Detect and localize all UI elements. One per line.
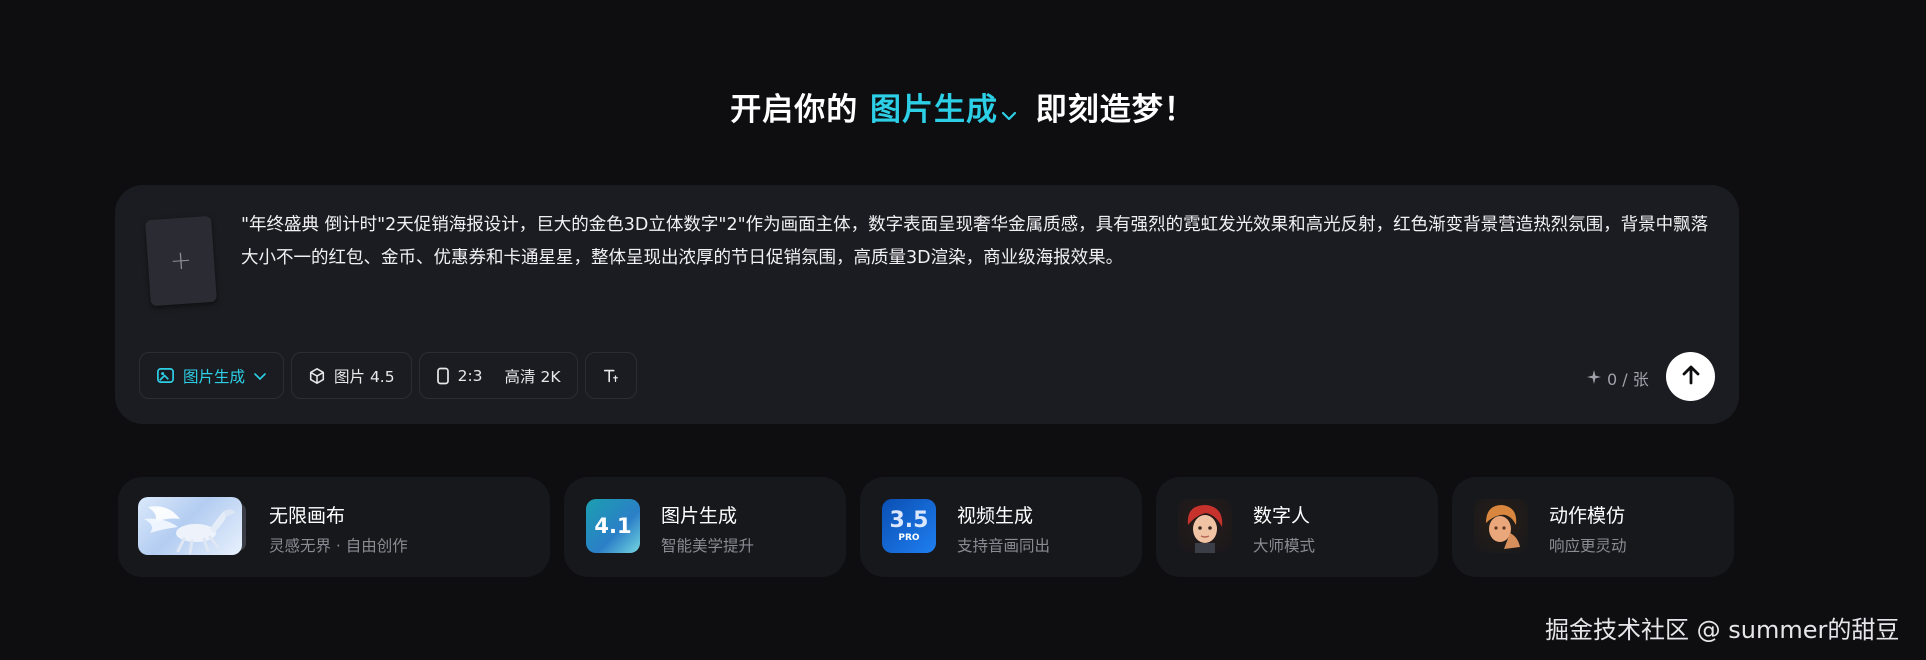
model-selector-label: 图片 4.5: [334, 367, 395, 386]
page-title: 开启你的 图片生成 即刻造梦！: [0, 84, 1926, 130]
pegasus-thumbnail: [138, 497, 242, 555]
feature-subtitle: 响应更灵动: [1549, 537, 1627, 555]
feature-infinite-canvas[interactable]: 无限画布 灵感无界 · 自由创作: [118, 477, 550, 577]
credit-text: 0 / 张: [1607, 370, 1649, 389]
plus-icon: +: [169, 245, 193, 277]
sparkle-icon: [1587, 369, 1601, 388]
quality-label: 高清 2K: [504, 367, 561, 386]
mode-dropdown[interactable]: 图片生成: [139, 352, 285, 399]
feature-subtitle: 支持音画同出: [957, 537, 1051, 555]
cube-icon: [308, 367, 326, 385]
feature-digital-human[interactable]: 数字人 大师模式: [1156, 477, 1438, 577]
ratio-label: 2:3: [457, 366, 483, 385]
chevron-down-icon: [253, 371, 267, 381]
reference-image-upload[interactable]: +: [145, 215, 217, 307]
image-model-badge: 4.1: [586, 499, 640, 553]
text-format-icon: [602, 367, 620, 385]
feature-title: 数字人: [1253, 505, 1311, 527]
text-style-button[interactable]: [584, 352, 637, 399]
page: 开启你的 图片生成 即刻造梦！ + "年终盛典 倒计时"2天促销海报设计，巨大的…: [0, 0, 1926, 660]
digital-human-avatar: [1178, 499, 1232, 553]
image-gen-icon: [156, 366, 175, 385]
feature-title: 图片生成: [661, 505, 738, 527]
title-suffix: 即刻造梦！: [1035, 92, 1196, 128]
feature-motion-imitation[interactable]: 动作模仿 响应更灵动: [1452, 477, 1734, 577]
motion-avatar: [1474, 499, 1528, 553]
prompt-input[interactable]: "年终盛典 倒计时"2天促销海报设计，巨大的金色3D立体数字"2"作为画面主体，…: [241, 209, 1711, 275]
arrow-up-icon: [1680, 364, 1702, 390]
ratio-quality-selector[interactable]: 2:3 高清 2K: [418, 352, 578, 399]
video-model-badge: 3.5 PRO: [882, 499, 936, 553]
title-prefix: 开启你的: [730, 92, 859, 128]
badge-version: 3.5: [889, 507, 929, 533]
feature-subtitle: 智能美学提升: [661, 537, 755, 555]
mode-selector-label: 图片生成: [870, 92, 998, 128]
model-selector[interactable]: 图片 4.5: [291, 352, 412, 399]
mode-selector[interactable]: 图片生成: [870, 92, 1036, 128]
watermark: 掘金技术社区 @ summer的甜豆: [1545, 616, 1900, 644]
prompt-toolbar: 图片生成 图片 4.5 2:3 高清 2K: [139, 352, 637, 399]
send-button[interactable]: [1666, 352, 1715, 401]
feature-title: 视频生成: [957, 505, 1034, 527]
prompt-card: + "年终盛典 倒计时"2天促销海报设计，巨大的金色3D立体数字"2"作为画面主…: [115, 185, 1739, 424]
credit-cost: 0 / 张: [1587, 366, 1649, 390]
portrait-ratio-icon: [436, 367, 450, 385]
badge-version: 4.1: [594, 514, 632, 538]
mode-dropdown-label: 图片生成: [183, 367, 246, 386]
feature-subtitle: 灵感无界 · 自由创作: [269, 537, 408, 555]
feature-video-generation[interactable]: 3.5 PRO 视频生成 支持音画同出: [860, 477, 1142, 577]
feature-image-generation[interactable]: 4.1 图片生成 智能美学提升: [564, 477, 846, 577]
badge-pro: PRO: [898, 532, 920, 543]
chevron-down-icon: [1000, 94, 1018, 130]
feature-title: 无限画布: [269, 505, 346, 527]
feature-subtitle: 大师模式: [1253, 537, 1316, 555]
feature-title: 动作模仿: [1549, 505, 1626, 527]
